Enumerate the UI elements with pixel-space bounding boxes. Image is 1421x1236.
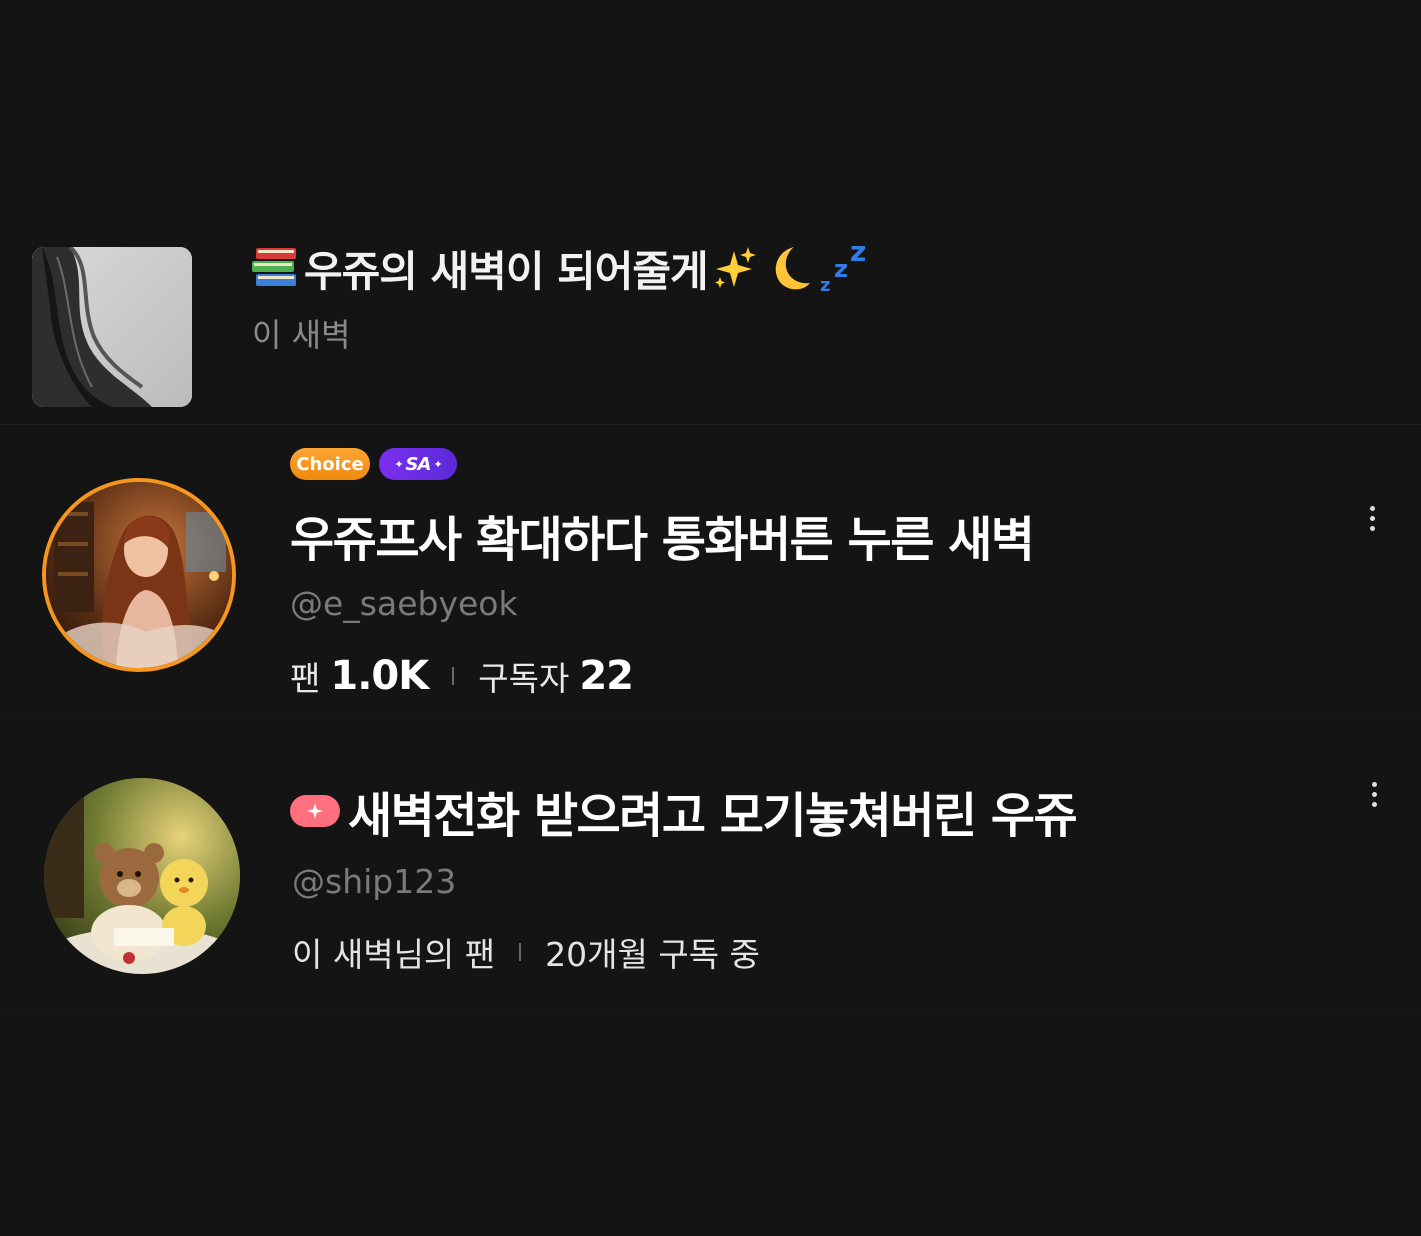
top-card-subtitle: 이 새벽	[252, 316, 351, 354]
portrait-thumbnail	[32, 247, 192, 407]
special-badge-label: SA	[405, 453, 432, 475]
subscribers-count: 22	[579, 653, 634, 699]
thumbnail-image[interactable]	[32, 247, 192, 407]
post-meta: 이 새벽님의 팬 20개월 구독 중	[292, 928, 760, 976]
post-title: 새벽전화 받으려고 모기놓쳐버린 우쥬	[348, 788, 1078, 844]
more-options-icon[interactable]	[1364, 774, 1384, 814]
special-badge: ✦ SA ✦	[379, 448, 457, 480]
subscription-duration: 20개월 구독 중	[545, 935, 760, 974]
avatar-illustration	[46, 482, 232, 668]
top-card-title-text: 우쥬의 새벽이 되어줄게	[304, 246, 709, 296]
divider	[0, 1012, 1421, 1013]
divider	[0, 424, 1421, 425]
zzz-icon: z z z	[820, 239, 866, 296]
svg-text:z: z	[850, 239, 865, 268]
post-handle[interactable]: @ship123	[292, 862, 456, 901]
divider	[0, 712, 1421, 713]
choice-badge: Choice	[290, 448, 370, 480]
top-card-title[interactable]: 우쥬의 새벽이 되어줄게 z z z	[250, 238, 874, 298]
post-avatar[interactable]	[44, 778, 240, 974]
badge-group: Choice ✦ SA ✦	[290, 448, 457, 480]
subscribers-label: 구독자	[478, 659, 570, 698]
star-icon: ✦	[433, 457, 442, 471]
channel-stats: 팬 1.0K 구독자 22	[290, 652, 634, 700]
books-icon	[252, 248, 296, 286]
svg-text:z: z	[820, 275, 830, 296]
sparkles-icon	[714, 247, 756, 288]
sparkle-badge	[290, 795, 340, 827]
sparkle-icon	[307, 803, 323, 819]
crescent-moon-icon	[775, 247, 810, 290]
fans-label: 팬	[290, 659, 321, 698]
post-title-row[interactable]: 새벽전화 받으려고 모기놓쳐버린 우쥬	[290, 776, 1078, 846]
channel-avatar[interactable]	[42, 478, 236, 672]
more-options-icon[interactable]	[1362, 498, 1382, 538]
fan-status-text: 이 새벽님의 팬	[292, 935, 496, 974]
channel-title[interactable]: 우쥬프사 확대하다 통화버튼 누른 새벽	[290, 500, 1035, 570]
star-icon: ✦	[394, 457, 403, 471]
fans-count: 1.0K	[330, 653, 429, 699]
channel-handle[interactable]: @e_saebyeok	[290, 584, 518, 623]
teddy-bear-illustration	[44, 778, 240, 974]
svg-text:z: z	[834, 255, 847, 283]
stat-separator	[452, 667, 455, 685]
meta-separator	[519, 943, 522, 961]
